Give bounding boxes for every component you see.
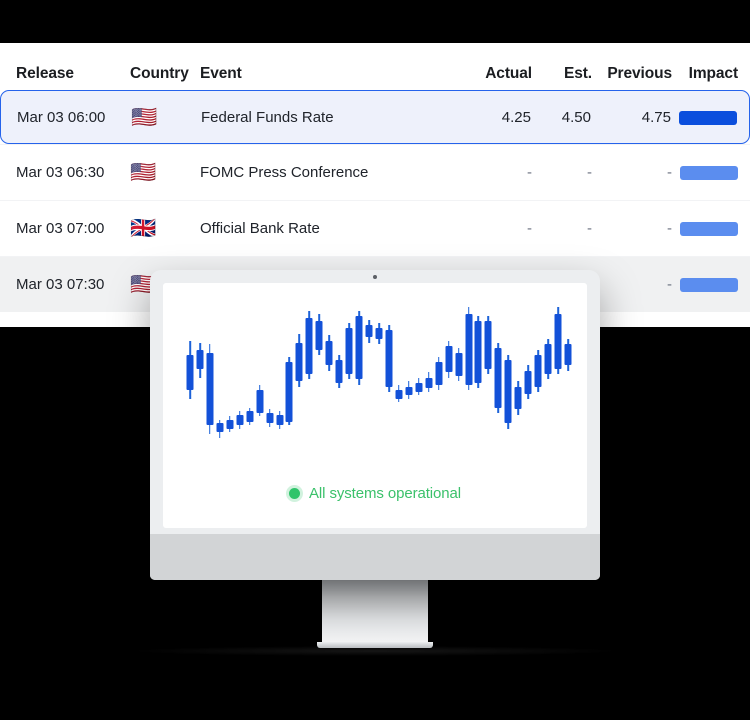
candle-body [514,386,522,410]
candle-body [345,328,353,375]
cell-estimate: - [587,220,592,237]
candle-body [186,354,194,391]
cell-release: Mar 03 06:30 [16,164,105,181]
monitor-floor-shadow [135,646,615,656]
candle-body [474,321,482,383]
cell-impact [671,109,749,126]
status-indicator-dot [289,488,301,499]
candle-body [405,386,413,396]
candle-body [325,340,333,366]
cell-estimate: - [587,164,592,181]
cell-impact [672,276,750,293]
column-header-event: Event [200,64,242,82]
impact-bar [680,222,738,237]
cell-previous: - [667,164,672,181]
cell-impact [672,220,750,237]
candle-body [206,353,214,426]
cell-release: Mar 03 06:00 [17,108,106,126]
candle-body [484,321,492,369]
flag-icon: 🇬🇧 [130,216,157,240]
candle-body [276,414,283,426]
webcam-icon [373,275,377,279]
cell-country: 🇺🇸 [131,104,197,129]
monitor-chin [150,534,600,580]
candle-body [494,347,502,408]
column-header-previous: Previous [607,64,672,82]
candle-body [256,390,264,413]
cell-event: Federal Funds Rate [201,108,334,126]
desktop-monitor: All systems operational [150,270,600,580]
candle-body [554,314,562,369]
candle-body [455,353,463,376]
impact-bar [680,166,738,181]
candle-body [445,346,453,373]
candle-body [435,361,443,385]
candle-body [504,360,512,424]
candle-body [305,317,313,375]
cell-release: Mar 03 07:30 [16,276,105,293]
candle-body [295,342,303,382]
cell-actual: - [527,220,532,237]
candle-body [246,411,254,422]
impact-bar [680,278,738,293]
cell-release: Mar 03 07:00 [16,220,105,237]
cell-country: 🇺🇸 [130,162,196,183]
candle-body [465,314,473,385]
cell-event: FOMC Press Conference [200,164,369,181]
column-header-release: Release [16,64,74,82]
candle-body [564,344,572,366]
candle-body [335,360,343,383]
monitor-screen: All systems operational [163,283,587,528]
candle-body [534,354,542,387]
cell-previous: - [667,276,672,293]
candle-body [415,383,423,392]
candle-body [315,321,323,350]
candle-body [544,344,552,375]
candle-body [385,330,393,387]
status-label: All systems operational [309,485,461,502]
candle-body [395,390,403,399]
candlestick-chart[interactable] [163,283,587,483]
candle-body [285,361,293,422]
column-header-actual: Actual [485,64,532,82]
column-header-country: Country [130,64,189,82]
table-row[interactable]: Mar 03 06:30 🇺🇸 FOMC Press Conference - - - [0,144,750,200]
candle-body [365,324,373,338]
cell-actual: - [527,164,532,181]
table-header-row: Release Country Event Actual Est. Previo… [0,43,750,90]
cell-estimate: 4.50 [561,108,591,126]
cell-actual: 4.25 [501,108,531,126]
cell-country: 🇬🇧 [130,218,196,239]
flag-icon: 🇺🇸 [131,104,158,129]
cell-event: Official Bank Rate [200,220,320,237]
cell-previous: - [667,220,672,237]
candle-body [226,419,234,429]
cell-impact [672,164,750,181]
column-header-estimate: Est. [563,64,592,82]
candle-body [355,316,363,380]
candle-body [375,328,383,339]
monitor-bezel: All systems operational [150,270,600,580]
candle-body [425,377,433,389]
flag-icon: 🇺🇸 [130,160,157,184]
table-row[interactable]: Mar 03 07:00 🇬🇧 Official Bank Rate - - - [0,200,750,256]
impact-bar [679,110,737,125]
monitor-stand-neck [322,580,428,642]
table-row[interactable]: Mar 03 06:00 🇺🇸 Federal Funds Rate 4.25 4.50… [0,90,750,144]
cell-previous: 4.75 [641,108,671,126]
column-header-impact: Impact [688,64,738,82]
system-status: All systems operational [163,485,587,502]
candle-body [216,423,224,433]
candle-body [236,414,244,426]
candle-body [524,370,532,394]
candle-body [266,412,274,424]
candle-body [196,349,204,369]
